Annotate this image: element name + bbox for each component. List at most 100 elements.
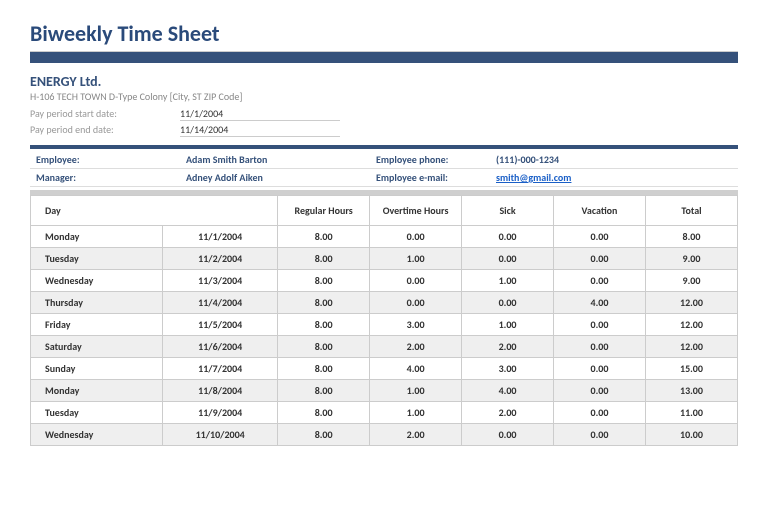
cell-day: Wednesday <box>31 270 163 292</box>
cell-day: Saturday <box>31 336 163 358</box>
cell-vacation: 0.00 <box>554 336 646 358</box>
cell-total: 10.00 <box>645 424 737 446</box>
page-title: Biweekly Time Sheet <box>30 20 738 47</box>
cell-total: 8.00 <box>645 226 737 248</box>
cell-date: 11/10/2004 <box>163 424 278 446</box>
header-vacation: Vacation <box>554 196 646 226</box>
cell-vacation: 0.00 <box>554 270 646 292</box>
cell-regular: 8.00 <box>278 424 370 446</box>
table-row: Saturday11/6/20048.002.002.000.0012.00 <box>31 336 738 358</box>
table-row: Tuesday11/9/20048.001.002.000.0011.00 <box>31 402 738 424</box>
table-row: Sunday11/7/20048.004.003.000.0015.00 <box>31 358 738 380</box>
cell-total: 9.00 <box>645 248 737 270</box>
period-start-label: Pay period start date: <box>30 107 180 121</box>
cell-overtime: 4.00 <box>370 358 462 380</box>
cell-date: 11/3/2004 <box>163 270 278 292</box>
table-row: Friday11/5/20048.003.001.000.0012.00 <box>31 314 738 336</box>
cell-date: 11/8/2004 <box>163 380 278 402</box>
phone-label: Employee phone: <box>376 153 496 166</box>
cell-overtime: 0.00 <box>370 292 462 314</box>
period-end-value: 11/14/2004 <box>180 123 340 137</box>
cell-day: Monday <box>31 380 163 402</box>
cell-regular: 8.00 <box>278 292 370 314</box>
company-address: H-106 TECH TOWN D-Type Colony [City, ST … <box>30 90 738 103</box>
cell-date: 11/9/2004 <box>163 402 278 424</box>
cell-overtime: 1.00 <box>370 380 462 402</box>
cell-date: 11/6/2004 <box>163 336 278 358</box>
cell-sick: 3.00 <box>462 358 554 380</box>
cell-total: 12.00 <box>645 336 737 358</box>
table-row: Thursday11/4/20048.000.000.004.0012.00 <box>31 292 738 314</box>
period-start-row: Pay period start date: 11/1/2004 <box>30 107 738 121</box>
cell-date: 11/4/2004 <box>163 292 278 314</box>
period-end-label: Pay period end date: <box>30 123 180 137</box>
cell-total: 13.00 <box>645 380 737 402</box>
divider-bar <box>30 145 738 149</box>
cell-sick: 4.00 <box>462 380 554 402</box>
employee-row: Employee: Adam Smith Barton Employee pho… <box>30 151 738 169</box>
cell-regular: 8.00 <box>278 380 370 402</box>
manager-value: Adney Adolf Aiken <box>186 171 376 184</box>
cell-date: 11/1/2004 <box>163 226 278 248</box>
manager-label: Manager: <box>36 171 186 184</box>
table-row: Monday11/1/20048.000.000.000.008.00 <box>31 226 738 248</box>
cell-overtime: 1.00 <box>370 248 462 270</box>
cell-total: 9.00 <box>645 270 737 292</box>
header-day: Day <box>31 196 278 226</box>
table-row: Tuesday11/2/20048.001.000.000.009.00 <box>31 248 738 270</box>
cell-sick: 2.00 <box>462 402 554 424</box>
period-start-value: 11/1/2004 <box>180 107 340 121</box>
cell-date: 11/2/2004 <box>163 248 278 270</box>
cell-sick: 2.00 <box>462 336 554 358</box>
cell-regular: 8.00 <box>278 248 370 270</box>
header-sick: Sick <box>462 196 554 226</box>
cell-sick: 0.00 <box>462 424 554 446</box>
cell-sick: 0.00 <box>462 248 554 270</box>
cell-sick: 0.00 <box>462 226 554 248</box>
cell-day: Wednesday <box>31 424 163 446</box>
cell-vacation: 0.00 <box>554 248 646 270</box>
employee-label: Employee: <box>36 153 186 166</box>
email-link[interactable]: smith@gmail.com <box>496 171 571 184</box>
table-row: Wednesday11/10/20048.002.000.000.0010.00 <box>31 424 738 446</box>
cell-sick: 0.00 <box>462 292 554 314</box>
company-name: ENERGY Ltd. <box>30 73 738 90</box>
cell-regular: 8.00 <box>278 314 370 336</box>
cell-vacation: 0.00 <box>554 424 646 446</box>
cell-day: Tuesday <box>31 402 163 424</box>
cell-sick: 1.00 <box>462 270 554 292</box>
manager-row: Manager: Adney Adolf Aiken Employee e-ma… <box>30 169 738 187</box>
table-row: Wednesday11/3/20048.000.001.000.009.00 <box>31 270 738 292</box>
cell-total: 15.00 <box>645 358 737 380</box>
cell-vacation: 0.00 <box>554 380 646 402</box>
cell-total: 12.00 <box>645 292 737 314</box>
cell-day: Tuesday <box>31 248 163 270</box>
cell-regular: 8.00 <box>278 402 370 424</box>
cell-total: 12.00 <box>645 314 737 336</box>
cell-sick: 1.00 <box>462 314 554 336</box>
employee-value: Adam Smith Barton <box>186 153 376 166</box>
cell-vacation: 0.00 <box>554 314 646 336</box>
header-regular: Regular Hours <box>278 196 370 226</box>
cell-overtime: 1.00 <box>370 402 462 424</box>
cell-overtime: 0.00 <box>370 226 462 248</box>
table-row: Monday11/8/20048.001.004.000.0013.00 <box>31 380 738 402</box>
phone-value: (111)-000-1234 <box>496 153 559 166</box>
cell-day: Friday <box>31 314 163 336</box>
table-header-row: Day Regular Hours Overtime Hours Sick Va… <box>31 196 738 226</box>
cell-overtime: 3.00 <box>370 314 462 336</box>
header-total: Total <box>645 196 737 226</box>
email-label: Employee e-mail: <box>376 171 496 184</box>
header-overtime: Overtime Hours <box>370 196 462 226</box>
cell-vacation: 0.00 <box>554 402 646 424</box>
title-bar <box>30 51 738 63</box>
cell-date: 11/5/2004 <box>163 314 278 336</box>
period-end-row: Pay period end date: 11/14/2004 <box>30 123 738 137</box>
cell-day: Thursday <box>31 292 163 314</box>
timesheet-table: Day Regular Hours Overtime Hours Sick Va… <box>30 195 738 446</box>
cell-overtime: 0.00 <box>370 270 462 292</box>
cell-total: 11.00 <box>645 402 737 424</box>
cell-overtime: 2.00 <box>370 424 462 446</box>
cell-vacation: 0.00 <box>554 358 646 380</box>
cell-vacation: 0.00 <box>554 226 646 248</box>
